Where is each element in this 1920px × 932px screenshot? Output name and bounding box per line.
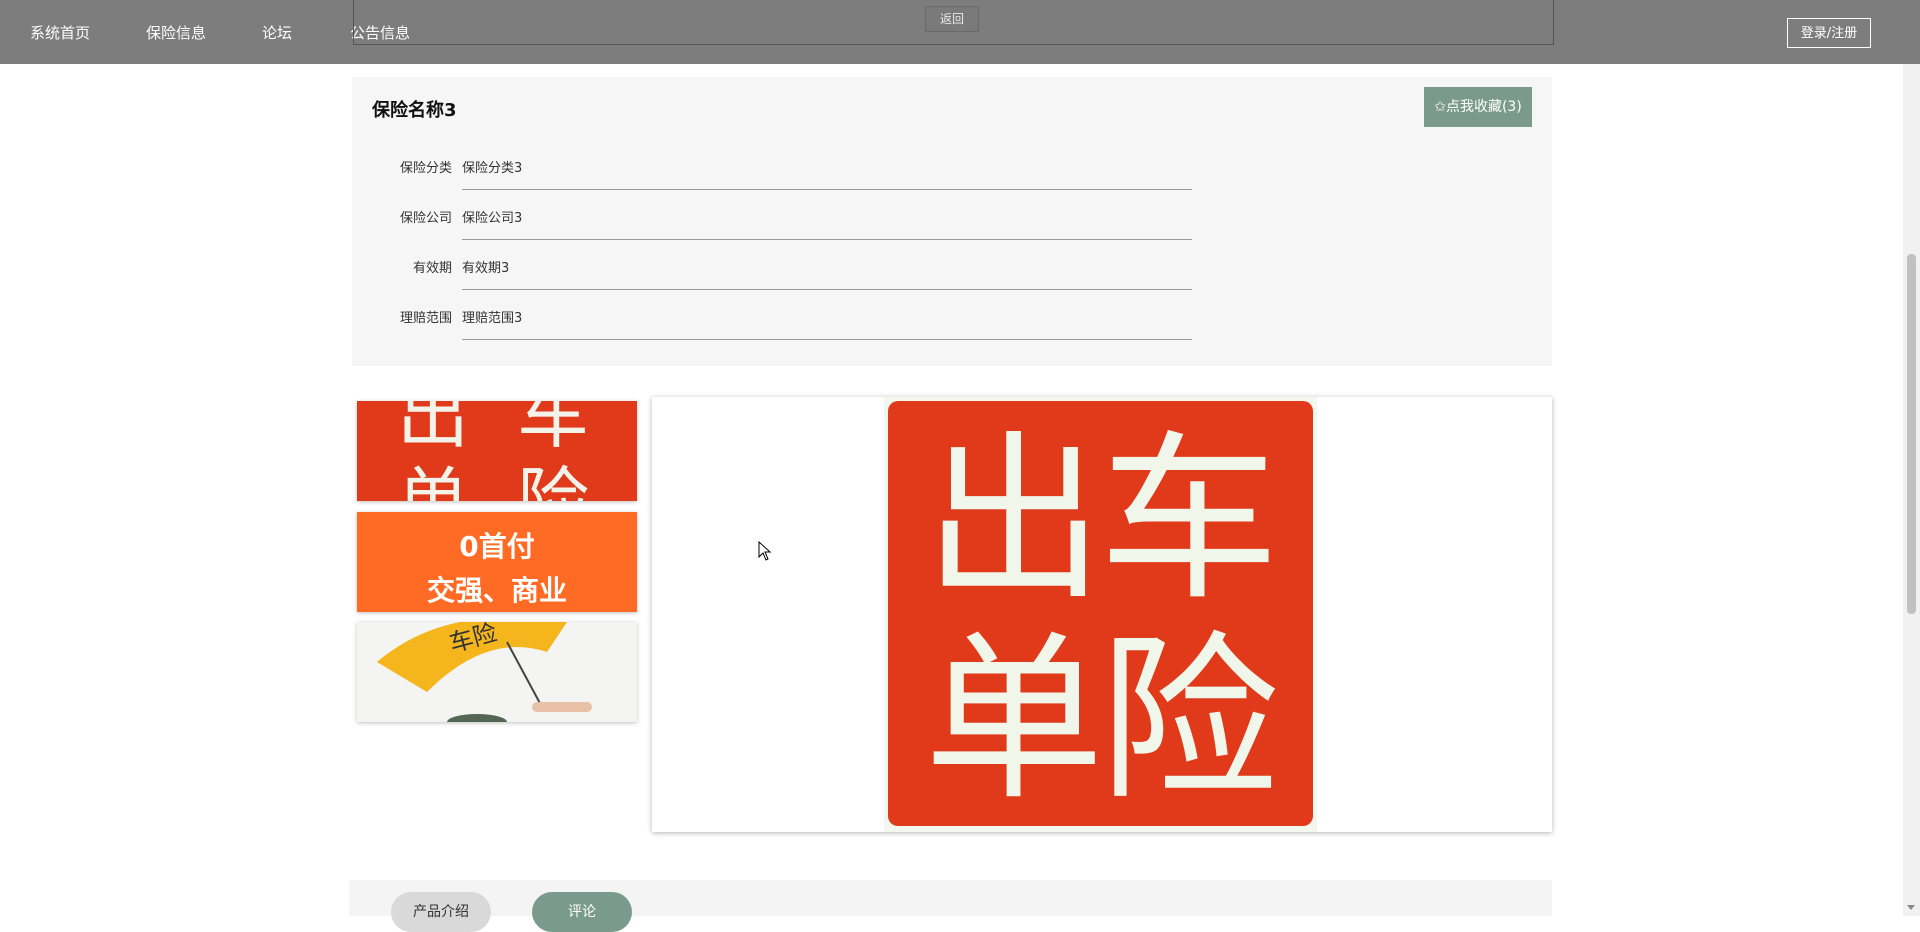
vertical-scrollbar[interactable] bbox=[1903, 0, 1920, 916]
nav-insurance-info[interactable]: 保险信息 bbox=[146, 22, 206, 43]
top-nav: 系统首页 保险信息 论坛 公告信息 返回 登录/注册 bbox=[0, 0, 1920, 64]
stamp-char: 出 bbox=[924, 416, 1104, 625]
product-title: 保险名称3 bbox=[372, 100, 457, 121]
tab-product-intro[interactable]: 产品介绍 bbox=[391, 892, 491, 932]
scroll-down-icon[interactable] bbox=[1907, 905, 1915, 910]
field-label: 理赔范围 bbox=[399, 311, 452, 326]
mouse-cursor-icon bbox=[758, 541, 772, 561]
thumb-text: 单 bbox=[397, 459, 469, 501]
thumb-text: 交强、商业 bbox=[427, 574, 567, 607]
thumb-text: 车 bbox=[517, 401, 589, 458]
thumbnail-3[interactable]: 车险 bbox=[357, 622, 637, 722]
field-row-category: 保险分类 保险分类3 bbox=[352, 140, 1352, 190]
thumb-text: 险 bbox=[517, 459, 589, 501]
favorite-button[interactable]: ✩点我收藏(3) bbox=[1424, 87, 1532, 127]
stamp-svg: 出 车 单 险 bbox=[888, 401, 1313, 826]
scrollbar-thumb[interactable] bbox=[1907, 254, 1916, 614]
field-label: 有效期 bbox=[412, 261, 452, 276]
stamp-char: 单 bbox=[924, 616, 1104, 825]
field-value: 保险公司3 bbox=[462, 211, 523, 226]
thumbnail-1-image: 出 车 单 险 bbox=[357, 401, 637, 501]
field-label: 保险分类 bbox=[399, 161, 452, 176]
tab-bar: 产品介绍 评论 bbox=[349, 880, 1552, 932]
product-info-card: 保险名称3 ✩点我收藏(3) 保险分类 保险分类3 保险公司 保险公司3 有效期… bbox=[352, 77, 1552, 366]
field-value: 保险分类3 bbox=[462, 161, 523, 176]
tab-comments[interactable]: 评论 bbox=[532, 892, 632, 932]
nav-forum[interactable]: 论坛 bbox=[262, 22, 292, 43]
thumbnail-1[interactable]: 出 车 单 险 bbox=[357, 401, 637, 501]
field-row-claims: 理赔范围 理赔范围3 bbox=[352, 290, 1352, 340]
login-register-button[interactable]: 登录/注册 bbox=[1787, 18, 1871, 48]
stamp-image: 出 车 单 险 bbox=[884, 397, 1317, 832]
field-value: 有效期3 bbox=[462, 261, 510, 276]
thumb-text: 出 bbox=[397, 401, 469, 458]
main-product-image: 出 车 单 险 bbox=[652, 397, 1552, 832]
nav-home[interactable]: 系统首页 bbox=[30, 22, 90, 43]
back-container: 返回 bbox=[353, 0, 1554, 45]
field-row-company: 保险公司 保险公司3 bbox=[352, 190, 1352, 240]
thumb-text: 0首付 bbox=[459, 530, 534, 563]
umbrella-icon: 车险 bbox=[357, 622, 637, 722]
field-label: 保险公司 bbox=[399, 211, 452, 226]
stamp-char: 车 bbox=[1099, 416, 1279, 625]
field-value: 理赔范围3 bbox=[462, 311, 523, 326]
thumbnail-2[interactable]: 0首付 交强、商业 bbox=[357, 512, 637, 612]
stamp-char: 险 bbox=[1099, 616, 1279, 825]
divider bbox=[462, 339, 1192, 340]
thumbnail-2-image: 0首付 交强、商业 bbox=[357, 512, 637, 612]
field-row-validity: 有效期 有效期3 bbox=[352, 240, 1352, 290]
back-button[interactable]: 返回 bbox=[925, 6, 979, 32]
